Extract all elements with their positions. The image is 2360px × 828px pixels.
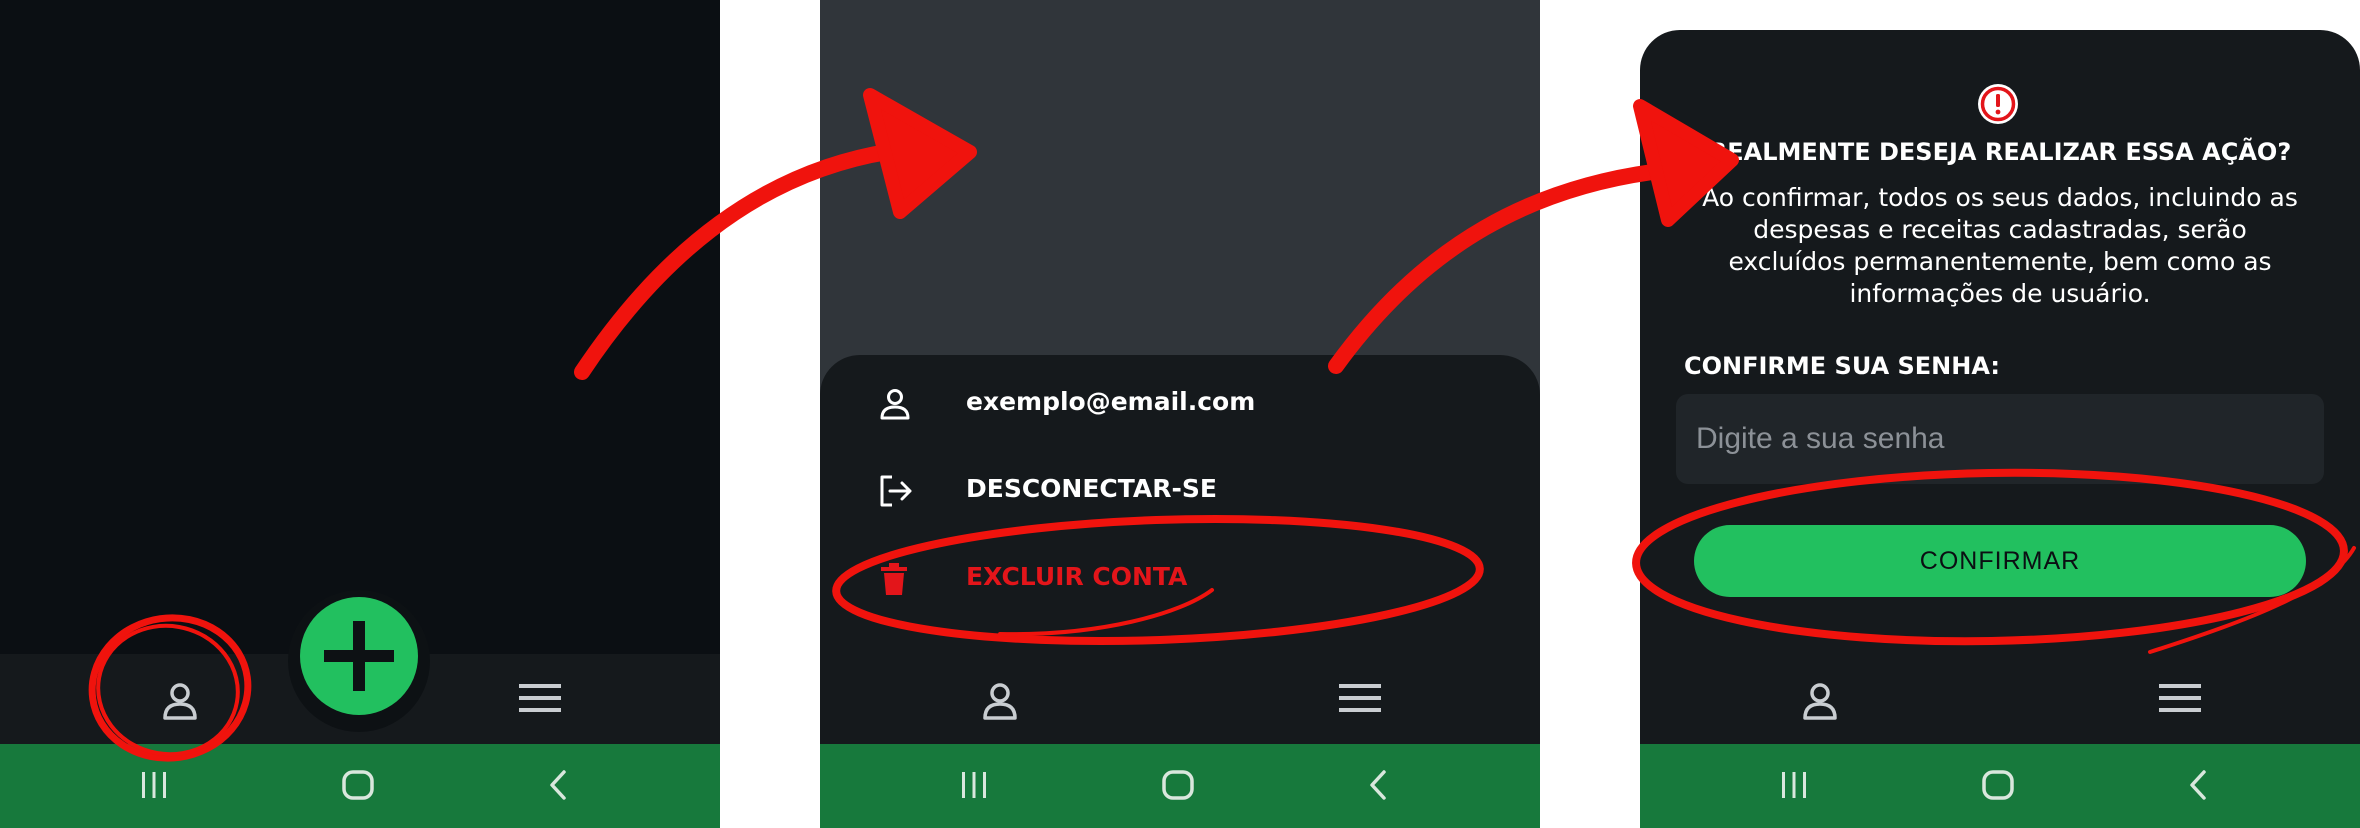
delete-account-button[interactable]: EXCLUIR CONTA bbox=[820, 547, 1540, 607]
user-icon[interactable] bbox=[159, 680, 201, 726]
dialog-title: REALMENTE DESEJA REALIZAR ESSA AÇÃO? bbox=[1708, 138, 2292, 166]
trash-icon bbox=[878, 562, 910, 600]
password-input[interactable] bbox=[1676, 394, 2324, 484]
home-icon[interactable] bbox=[1980, 768, 2016, 806]
bottom-nav-bar bbox=[1640, 654, 2360, 744]
hamburger-menu-icon[interactable] bbox=[519, 680, 561, 720]
system-nav-bar bbox=[0, 744, 720, 828]
back-icon[interactable] bbox=[542, 768, 574, 806]
confirm-button[interactable]: CONFIRMAR bbox=[1694, 525, 2306, 597]
logout-icon bbox=[878, 474, 914, 512]
user-icon[interactable] bbox=[979, 680, 1021, 726]
back-icon[interactable] bbox=[2182, 768, 2214, 806]
password-label: CONFIRME SUA SENHA: bbox=[1684, 352, 2000, 380]
screen-home bbox=[0, 0, 720, 828]
system-nav-bar bbox=[1640, 744, 2360, 828]
home-icon[interactable] bbox=[1160, 768, 1196, 806]
hamburger-menu-icon[interactable] bbox=[1339, 680, 1381, 720]
recent-apps-icon[interactable] bbox=[1778, 768, 1810, 806]
delete-account-label: EXCLUIR CONTA bbox=[966, 562, 1188, 591]
dialog-message: Ao confirmar, todos os seus dados, inclu… bbox=[1702, 183, 2298, 308]
alert-circle-icon bbox=[1976, 82, 2020, 130]
home-icon[interactable] bbox=[340, 768, 376, 806]
logout-label: DESCONECTAR-SE bbox=[966, 474, 1217, 503]
screen-confirm-delete: REALMENTE DESEJA REALIZAR ESSA AÇÃO? Ao … bbox=[1640, 0, 2360, 828]
recent-apps-icon[interactable] bbox=[138, 768, 170, 806]
account-email-item: exemplo@email.com bbox=[820, 372, 1540, 432]
user-icon[interactable] bbox=[1799, 680, 1841, 726]
recent-apps-icon[interactable] bbox=[958, 768, 990, 806]
account-email: exemplo@email.com bbox=[966, 387, 1256, 416]
screen-account-menu: exemplo@email.com DESCONECTAR-SE EXCLUIR… bbox=[820, 0, 1540, 828]
bottom-nav-bar bbox=[820, 654, 1540, 744]
user-icon bbox=[878, 387, 912, 425]
hamburger-menu-icon[interactable] bbox=[2159, 680, 2201, 720]
back-icon[interactable] bbox=[1362, 768, 1394, 806]
add-button[interactable] bbox=[300, 597, 418, 715]
system-nav-bar bbox=[820, 744, 1540, 828]
logout-button[interactable]: DESCONECTAR-SE bbox=[820, 459, 1540, 519]
